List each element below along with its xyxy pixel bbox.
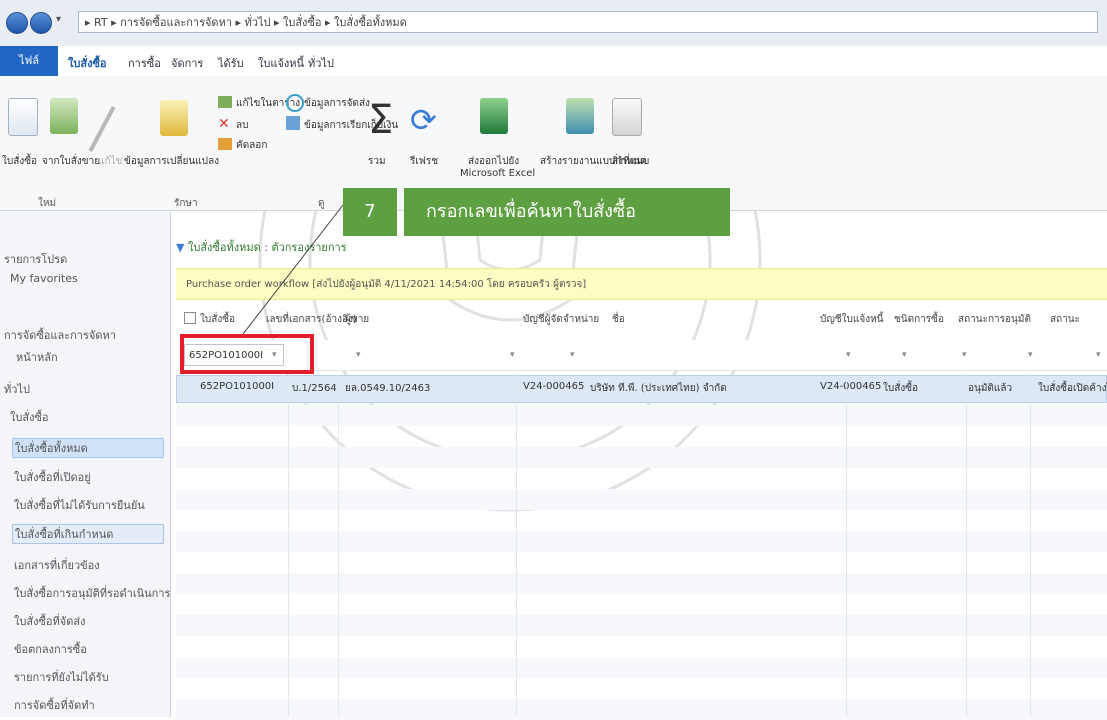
callout-instruction: กรอกเลขเพื่อค้นหาใบสั่งซื้อ — [404, 188, 730, 236]
callout-connector-line — [242, 204, 344, 335]
highlight-box — [180, 334, 314, 374]
callout-step-number: 7 — [343, 188, 397, 236]
